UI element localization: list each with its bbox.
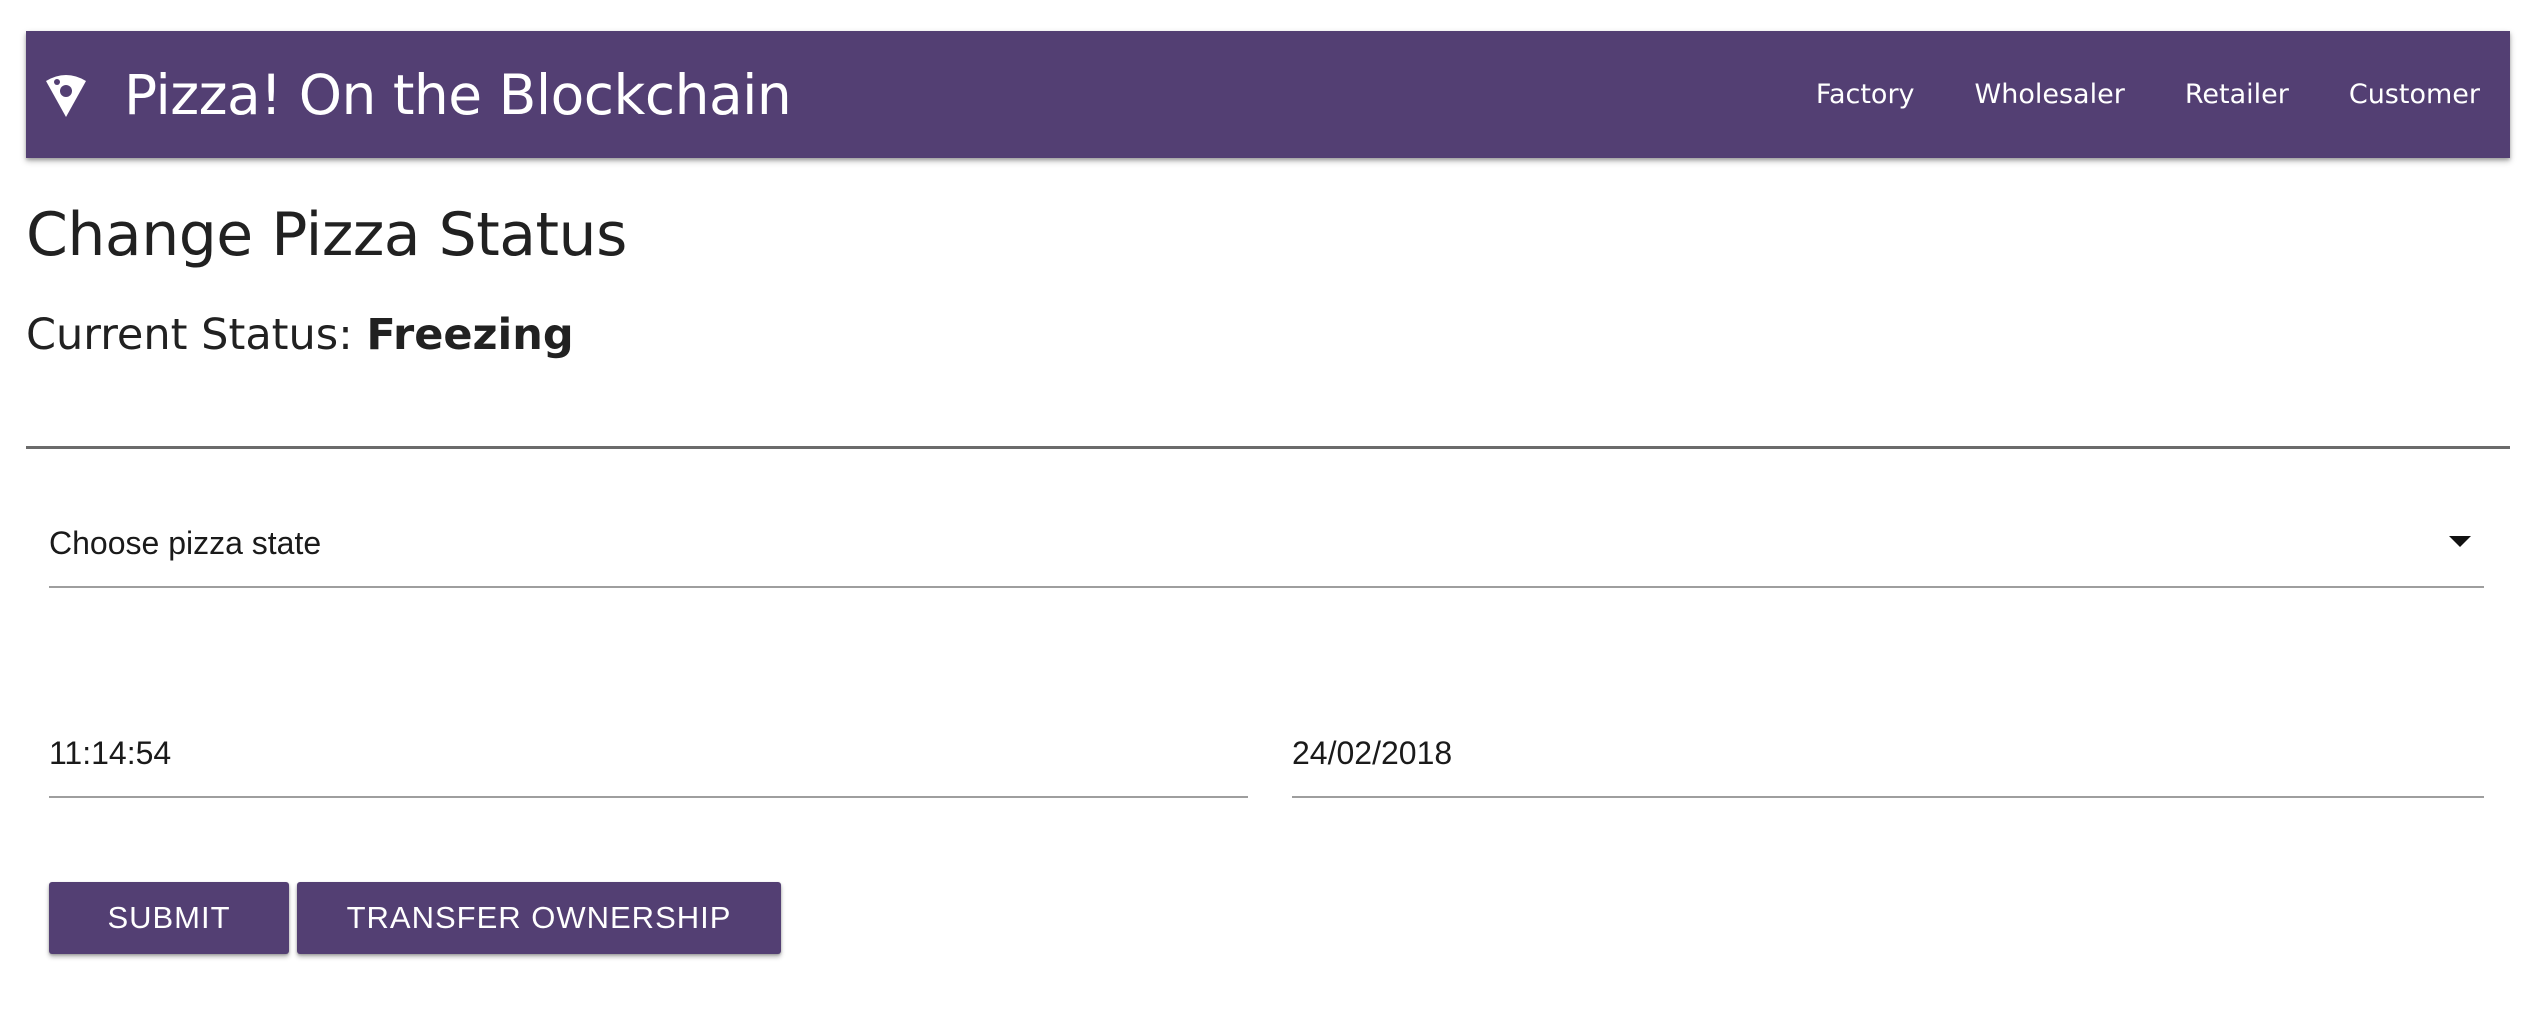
top-navbar: Pizza! On the Blockchain Factory Wholesa… <box>26 31 2510 158</box>
submit-button[interactable]: SUBMIT <box>49 882 289 954</box>
pizza-state-select[interactable]: Choose pizza state <box>49 500 2484 588</box>
date-input-value: 24/02/2018 <box>1292 734 1453 771</box>
current-status-label: Current Status: <box>26 310 353 360</box>
brand-title: Pizza! On the Blockchain <box>124 62 792 127</box>
current-status: Current Status: Freezing <box>26 310 574 360</box>
transfer-ownership-button[interactable]: TRANSFER OWNERSHIP <box>297 882 781 954</box>
time-input-value: 11:14:54 <box>49 734 172 771</box>
nav-item-retailer[interactable]: Retailer <box>2185 79 2289 110</box>
section-divider <box>26 446 2510 449</box>
current-status-value: Freezing <box>366 310 574 360</box>
nav-item-wholesaler[interactable]: Wholesaler <box>1975 79 2125 110</box>
pizza-state-select-placeholder: Choose pizza state <box>49 524 322 561</box>
nav-links: Factory Wholesaler Retailer Customer <box>1756 79 2480 110</box>
date-input[interactable]: 24/02/2018 <box>1292 710 2484 798</box>
page-title: Change Pizza Status <box>26 200 627 270</box>
brand-link[interactable]: Pizza! On the Blockchain <box>44 62 792 127</box>
pizza-slice-icon <box>44 71 88 119</box>
nav-item-customer[interactable]: Customer <box>2349 79 2480 110</box>
nav-item-factory[interactable]: Factory <box>1816 79 1915 110</box>
time-input[interactable]: 11:14:54 <box>49 710 1248 798</box>
caret-down-icon[interactable] <box>2449 536 2471 547</box>
